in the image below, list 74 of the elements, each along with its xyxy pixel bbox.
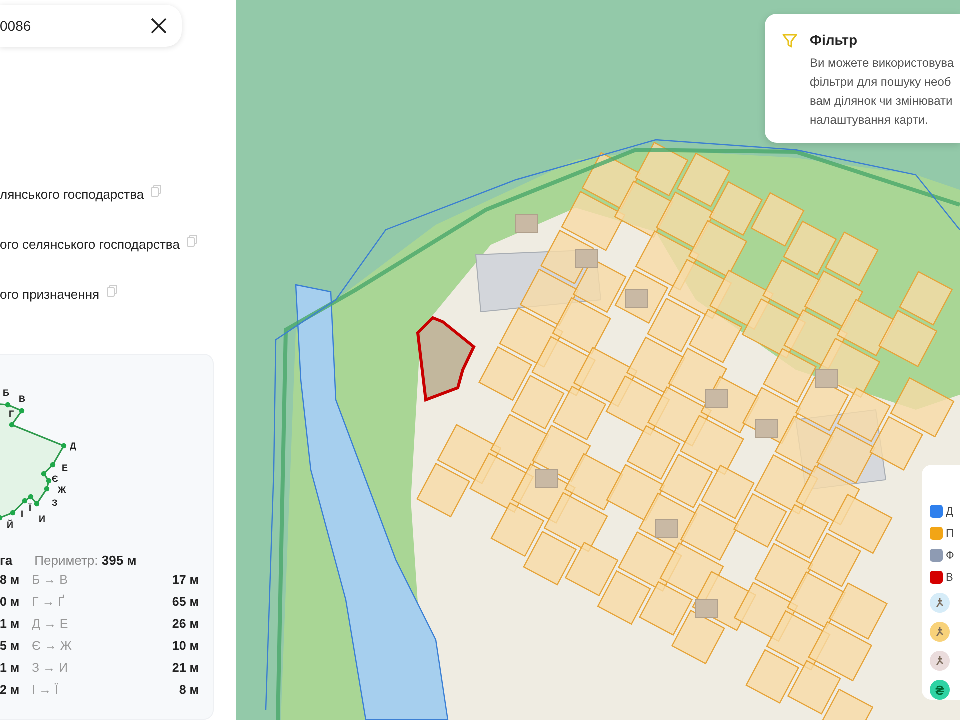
close-icon bbox=[151, 18, 167, 34]
segment-length: 5 м bbox=[0, 639, 21, 654]
hiker-icon bbox=[930, 622, 950, 642]
segment-length: 21 м bbox=[172, 661, 199, 676]
hiker-icon bbox=[930, 593, 950, 613]
vertex-label: Е bbox=[62, 463, 68, 474]
legend-label: П bbox=[946, 528, 954, 540]
building bbox=[516, 214, 538, 234]
land-parcel[interactable] bbox=[762, 260, 822, 318]
land-parcel[interactable] bbox=[490, 414, 550, 472]
copy-icon[interactable] bbox=[151, 184, 162, 197]
segment-name: Є → Ж bbox=[32, 639, 72, 654]
vertex-label: І bbox=[21, 509, 24, 520]
building bbox=[576, 250, 598, 268]
vertex-label: Д bbox=[70, 441, 76, 452]
filter-hint: фільтри для пошуку необ bbox=[810, 74, 952, 91]
search-field[interactable]: 0086 bbox=[0, 18, 60, 34]
filter-icon bbox=[782, 33, 798, 49]
filter-hint: налаштування карти. bbox=[810, 112, 930, 129]
filter-hint: Ви можете використовува bbox=[810, 55, 954, 72]
segment-length: 65 м bbox=[172, 595, 199, 610]
purpose-text: лянського господарства bbox=[0, 187, 144, 202]
land-parcel[interactable] bbox=[795, 376, 850, 432]
segment-length: 2 м bbox=[0, 683, 21, 698]
vertex-label: И bbox=[39, 514, 46, 524]
segment-name: Г → Ґ bbox=[32, 595, 64, 610]
segment-length: 8 м bbox=[179, 683, 199, 698]
close-button[interactable] bbox=[150, 17, 168, 36]
vertex-label: Й bbox=[7, 520, 14, 530]
segment-length: 26 м bbox=[172, 617, 199, 632]
segment-length: 0 м bbox=[0, 595, 21, 610]
segment-name: І → Ї bbox=[32, 683, 58, 698]
land-parcel[interactable] bbox=[786, 572, 846, 630]
land-parcel[interactable] bbox=[668, 348, 728, 406]
copy-icon[interactable] bbox=[186, 234, 198, 247]
vertex-label: Г bbox=[9, 409, 14, 420]
building bbox=[626, 290, 648, 308]
land-parcel[interactable] bbox=[816, 426, 876, 484]
land-parcel[interactable] bbox=[647, 298, 701, 353]
segment-length: 8 м bbox=[0, 573, 21, 588]
building bbox=[696, 600, 718, 618]
segment-name: Д → Е bbox=[32, 617, 68, 632]
segment-length: 1 м bbox=[0, 617, 21, 632]
land-parcel[interactable] bbox=[774, 416, 834, 474]
vertex-label: Ї bbox=[29, 503, 32, 514]
building bbox=[756, 420, 778, 438]
currency-badge: ₴ bbox=[930, 680, 950, 700]
vertex-label: Б bbox=[3, 388, 10, 398]
building bbox=[536, 470, 558, 488]
segment-name: З → И bbox=[32, 661, 68, 676]
purpose-text: ого призначення bbox=[0, 287, 100, 302]
land-parcel[interactable] bbox=[634, 142, 689, 197]
segment-length: 10 м bbox=[172, 639, 199, 654]
legend-label: Д bbox=[946, 506, 954, 518]
legend-label: В bbox=[946, 572, 954, 584]
perimeter-text: Периметр: 395 м bbox=[34, 552, 137, 568]
vertex-label: Є bbox=[52, 474, 58, 484]
filter-hint: вам ділянок чи змінювати bbox=[810, 93, 954, 110]
vertex-label: Ж bbox=[58, 485, 66, 496]
segment-name: Б → В bbox=[32, 573, 68, 588]
building bbox=[706, 390, 728, 408]
legend-label: Ф bbox=[946, 550, 954, 562]
vertex-label: В bbox=[19, 394, 26, 404]
building bbox=[656, 520, 678, 538]
copy-icon[interactable] bbox=[106, 284, 118, 297]
vertex-label: З bbox=[52, 498, 58, 508]
selected-parcel[interactable] bbox=[416, 316, 476, 402]
area-value: га bbox=[0, 552, 13, 568]
segment-length: 1 м bbox=[0, 661, 21, 676]
purpose-text: ого селянського господарства bbox=[0, 237, 180, 252]
filter-title: Фільтр bbox=[810, 32, 859, 48]
building bbox=[816, 370, 838, 388]
hiker-icon bbox=[930, 651, 950, 671]
segment-length: 17 м bbox=[172, 573, 199, 588]
